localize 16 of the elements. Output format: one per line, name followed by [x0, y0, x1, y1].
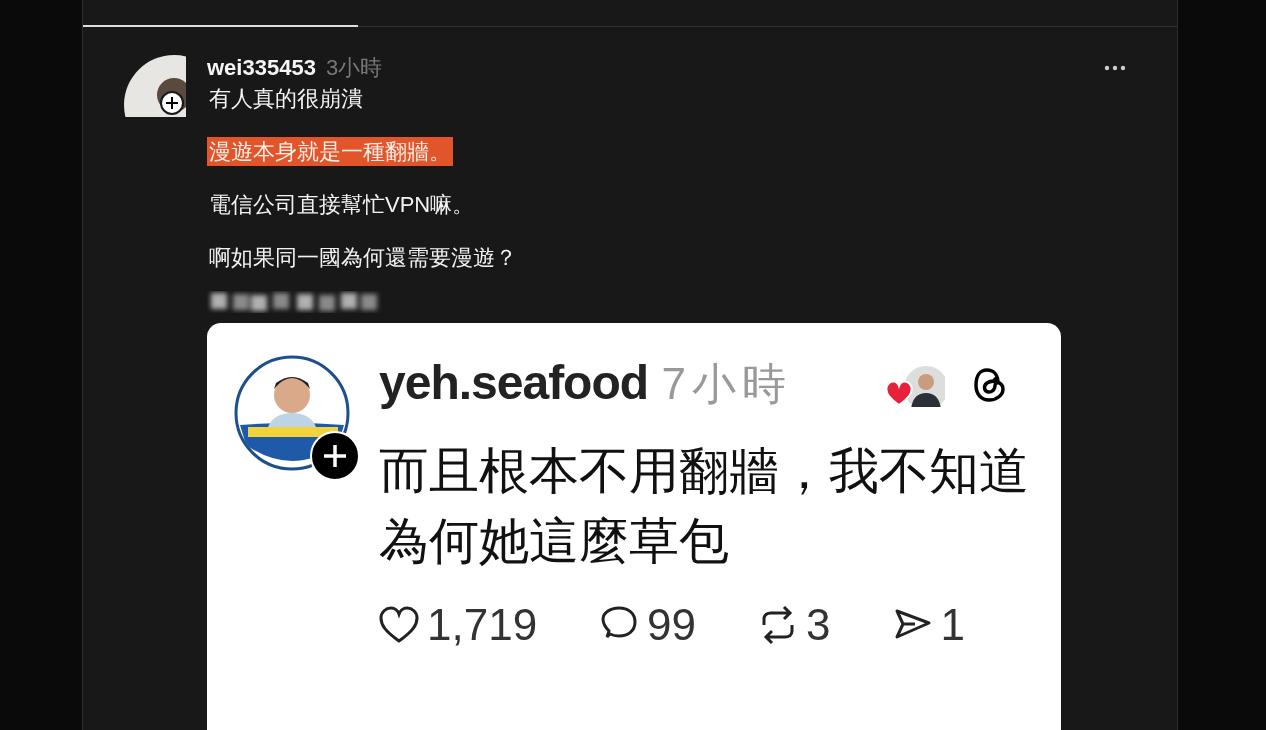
post-text: 而且根本不用翻牆，我不知道為何她這麼草包 — [379, 442, 1030, 571]
post-text: 啊如果同一國為何還需要漫遊？ — [208, 244, 518, 272]
follow-plus-icon[interactable] — [310, 431, 360, 481]
highlighted-text: 漫遊本身就是一種翻牆。 — [207, 137, 453, 166]
username-link[interactable]: yeh.seafood — [379, 356, 649, 409]
heart-icon[interactable] — [379, 605, 419, 645]
username-link[interactable]: wei335453 — [207, 55, 316, 81]
count-label: 1 — [940, 600, 966, 650]
count-label: 3 — [806, 600, 831, 650]
more-options-icon[interactable] — [1103, 64, 1127, 72]
post-time: 3小時 — [325, 54, 383, 82]
post-text: 電信公司直接幫忙VPN嘛。 — [208, 191, 476, 219]
post-time: 7小時 — [661, 359, 792, 408]
post-text: 有人真的很崩潰 — [208, 85, 364, 113]
count-label: 1,719 — [427, 600, 538, 650]
count-label: 99 — [647, 600, 697, 650]
